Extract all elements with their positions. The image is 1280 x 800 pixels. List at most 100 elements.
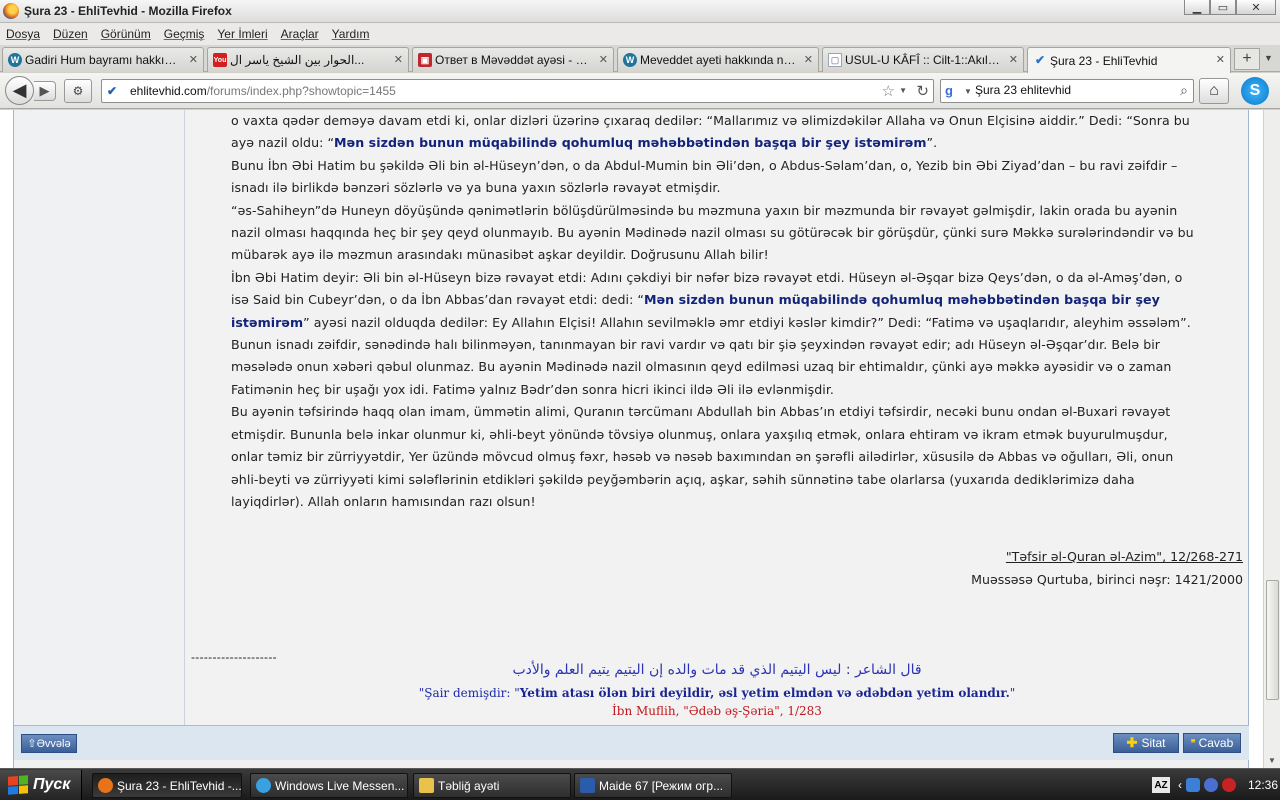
signature-arabic-quote: قال الشاعر : ليس اليتيم الذي قد مات والد… bbox=[512, 662, 922, 678]
quote-label: Sitat bbox=[1141, 736, 1166, 750]
history-dropdown-icon[interactable]: ▼ bbox=[899, 86, 907, 95]
back-button[interactable]: ◀ bbox=[5, 76, 34, 105]
word-icon bbox=[580, 778, 595, 793]
close-icon[interactable]: ✕ bbox=[394, 53, 403, 66]
tab-usul-u-kafi[interactable]: ▢ USUL-U KÂFÎ :: Cilt-1::Akıl ve ... ✕ bbox=[822, 47, 1024, 72]
reload-icon[interactable]: ↻ bbox=[916, 82, 929, 100]
firefox-icon bbox=[3, 3, 19, 19]
new-tab-button[interactable]: + bbox=[1234, 48, 1260, 70]
maximize-button[interactable]: ▭ bbox=[1210, 0, 1236, 15]
network-icon[interactable] bbox=[1186, 778, 1200, 792]
menu-view[interactable]: Görünüm bbox=[101, 27, 151, 41]
antivirus-icon[interactable] bbox=[1222, 778, 1236, 792]
task-label: Windows Live Messen... bbox=[275, 778, 405, 793]
bookmark-star-icon[interactable]: ☆ bbox=[882, 82, 895, 100]
tab-label: Ответ в Məvəddət ayəsi - 313... bbox=[435, 53, 593, 67]
post-text: o vaxta qədər deməyə davam etdi ki, onla… bbox=[231, 110, 1199, 513]
home-button[interactable]: ⌂ bbox=[1199, 78, 1229, 104]
taskbar-item-messenger[interactable]: Windows Live Messen... bbox=[250, 773, 408, 798]
taskbar-item-firefox[interactable]: Şura 23 - EhliTevhid -... bbox=[92, 773, 242, 798]
youtube-icon: You bbox=[213, 53, 227, 67]
menu-bookmarks[interactable]: Yer İmleri bbox=[217, 27, 267, 41]
tab-label: Meveddet ayeti hakkında nasibil... bbox=[640, 53, 798, 67]
tab-gadiri-hum[interactable]: W Gadiri Hum bayramı hakkında id... ✕ bbox=[2, 47, 204, 72]
back-to-top-button[interactable]: ⇧Əvvələ bbox=[21, 734, 77, 753]
forward-button[interactable]: ▶ bbox=[34, 81, 56, 101]
quote-button[interactable]: ✚ Sitat bbox=[1113, 733, 1179, 753]
start-button[interactable]: Пуск bbox=[0, 770, 82, 800]
window-title: Şura 23 - EhliTevhid - Mozilla Firefox bbox=[24, 4, 232, 18]
post-paragraph: Bunu İbn Əbi Hatim bu şəkildə Əli bin əl… bbox=[231, 155, 1199, 200]
signature-translation: "Şair demişdir: "Yetim atası ölən biri d… bbox=[418, 686, 1016, 700]
url-text[interactable]: ehlitevhid.com/forums/index.php?showtopi… bbox=[130, 84, 396, 98]
post-text-segment: Bunun isnadı zəifdir, sənədində halı bil… bbox=[231, 337, 1172, 397]
task-label: Təbliğ ayəti bbox=[438, 778, 500, 793]
menu-edit[interactable]: Düzen bbox=[53, 27, 88, 41]
addon-gear-icon[interactable]: ⚙ bbox=[64, 79, 92, 103]
post-paragraph: o vaxta qədər deməyə davam etdi ki, onla… bbox=[231, 110, 1199, 155]
post-paragraph: Bunun isnadı zəifdir, sənədində halı bil… bbox=[231, 334, 1199, 401]
wordpress-icon: W bbox=[8, 53, 22, 67]
post-text-segment: “əs-Sahiheyn”də Huneyn döyüşündə qənimət… bbox=[231, 202, 1194, 263]
post-text-segment: Bunu İbn Əbi Hatim bu şəkildə Əli bin əl… bbox=[231, 157, 1178, 196]
search-icon[interactable]: ⌕ bbox=[1180, 82, 1188, 99]
signature-source: İbn Muflih, "Ədəb əş-Şəria", 1/283 bbox=[612, 704, 822, 718]
page-content: o vaxta qədər deməyə davam etdi ki, onla… bbox=[0, 110, 1280, 768]
search-engine-dropdown-icon[interactable]: ▼ bbox=[964, 87, 972, 96]
post-actions-bar: ⇧Əvvələ ✚ Sitat ❞ Cavab bbox=[14, 725, 1249, 760]
minimize-button[interactable]: ▁ bbox=[1184, 0, 1210, 15]
close-icon[interactable]: ✕ bbox=[599, 53, 608, 66]
google-icon[interactable]: g bbox=[945, 83, 961, 99]
tab-meveddet[interactable]: W Meveddet ayeti hakkında nasibil... ✕ bbox=[617, 47, 819, 72]
skype-icon[interactable]: S bbox=[1241, 77, 1269, 105]
source-publisher: Muəssəsə Qurtuba, birinci nəşr: 1421/200… bbox=[971, 572, 1243, 587]
quote-marks-icon: ❞ bbox=[1190, 737, 1196, 748]
search-input[interactable] bbox=[975, 83, 1165, 97]
reply-button[interactable]: ❞ Cavab bbox=[1183, 733, 1241, 753]
menu-tools[interactable]: Araçlar bbox=[281, 27, 319, 41]
taskbar-item-word[interactable]: Maide 67 [Режим огр... bbox=[574, 773, 732, 798]
scrollbar-thumb[interactable] bbox=[1266, 580, 1279, 700]
address-bar[interactable]: ✔ ehlitevhid.com/forums/index.php?showto… bbox=[101, 79, 934, 103]
taskbar-item-folder[interactable]: Təbliğ ayəti bbox=[413, 773, 571, 798]
close-icon[interactable]: ✕ bbox=[1216, 53, 1225, 66]
vertical-scrollbar[interactable]: ▼ bbox=[1263, 110, 1280, 768]
messenger-tray-icon[interactable] bbox=[1204, 778, 1218, 792]
menu-file[interactable]: Dosya bbox=[6, 27, 40, 41]
source-link[interactable]: "Təfsir əl-Quran əl-Azim", 12/268-271 bbox=[1006, 549, 1243, 564]
close-icon[interactable]: ✕ bbox=[804, 53, 813, 66]
close-icon[interactable]: ✕ bbox=[189, 53, 198, 66]
forum-icon: ▣ bbox=[418, 53, 432, 67]
scroll-down-arrow-icon[interactable]: ▼ bbox=[1268, 756, 1276, 765]
tab-label: Şura 23 - EhliTevhid bbox=[1050, 53, 1158, 68]
tab-youtube[interactable]: You الحوار بين الشيخ ياسر ال... ✕ bbox=[207, 47, 409, 72]
search-bar[interactable]: g ▼ ⌕ bbox=[940, 79, 1194, 103]
start-label: Пуск bbox=[33, 776, 71, 793]
navigation-toolbar: ◀ ▶ ⚙ ✔ ehlitevhid.com/forums/index.php?… bbox=[0, 73, 1280, 109]
tab-list-chevron-icon[interactable]: ▼ bbox=[1264, 53, 1273, 63]
clock: 12:36 bbox=[1248, 778, 1279, 792]
post-paragraph: Bu ayənin təfsirində haqq olan imam, ümm… bbox=[231, 401, 1199, 513]
menu-help[interactable]: Yardım bbox=[332, 27, 370, 41]
taskbar: Пуск Şura 23 - EhliTevhid -... Windows L… bbox=[0, 768, 1280, 800]
post-paragraph: İbn Əbi Hatim deyir: Əli bin əl-Hüseyn b… bbox=[231, 267, 1199, 334]
site-checkmark-icon: ✔ bbox=[107, 84, 118, 98]
plus-icon: ✚ bbox=[1126, 735, 1138, 750]
post-text-segment: ” ayəsi nazil olduqda dedilər: Ey Allahı… bbox=[303, 314, 1191, 330]
task-label: Şura 23 - EhliTevhid -... bbox=[117, 778, 242, 793]
tab-movvoddot[interactable]: ▣ Ответ в Məvəddət ayəsi - 313... ✕ bbox=[412, 47, 614, 72]
firefox-icon bbox=[98, 778, 113, 793]
close-window-button[interactable]: ✕ bbox=[1236, 0, 1276, 15]
post-text-segment: Bu ayənin təfsirində haqq olan imam, ümm… bbox=[231, 404, 1174, 509]
menu-bar: Dosya Düzen Görünüm Geçmiş Yer İmleri Ar… bbox=[0, 23, 1280, 45]
post-text-segment: ”. bbox=[926, 135, 938, 151]
post-paragraph: “əs-Sahiheyn”də Huneyn döyüşündə qənimət… bbox=[231, 200, 1199, 267]
system-tray: AZ ‹ 12:36 bbox=[1148, 770, 1280, 800]
menu-history[interactable]: Geçmiş bbox=[164, 27, 205, 41]
tab-sura-23[interactable]: ✔ Şura 23 - EhliTevhid ✕ bbox=[1027, 47, 1231, 73]
language-indicator[interactable]: AZ bbox=[1152, 777, 1170, 793]
tray-expand-chevron-icon[interactable]: ‹ bbox=[1178, 778, 1182, 792]
task-label: Maide 67 [Режим огр... bbox=[599, 778, 724, 793]
close-icon[interactable]: ✕ bbox=[1009, 53, 1018, 66]
reply-label: Cavab bbox=[1198, 736, 1234, 750]
